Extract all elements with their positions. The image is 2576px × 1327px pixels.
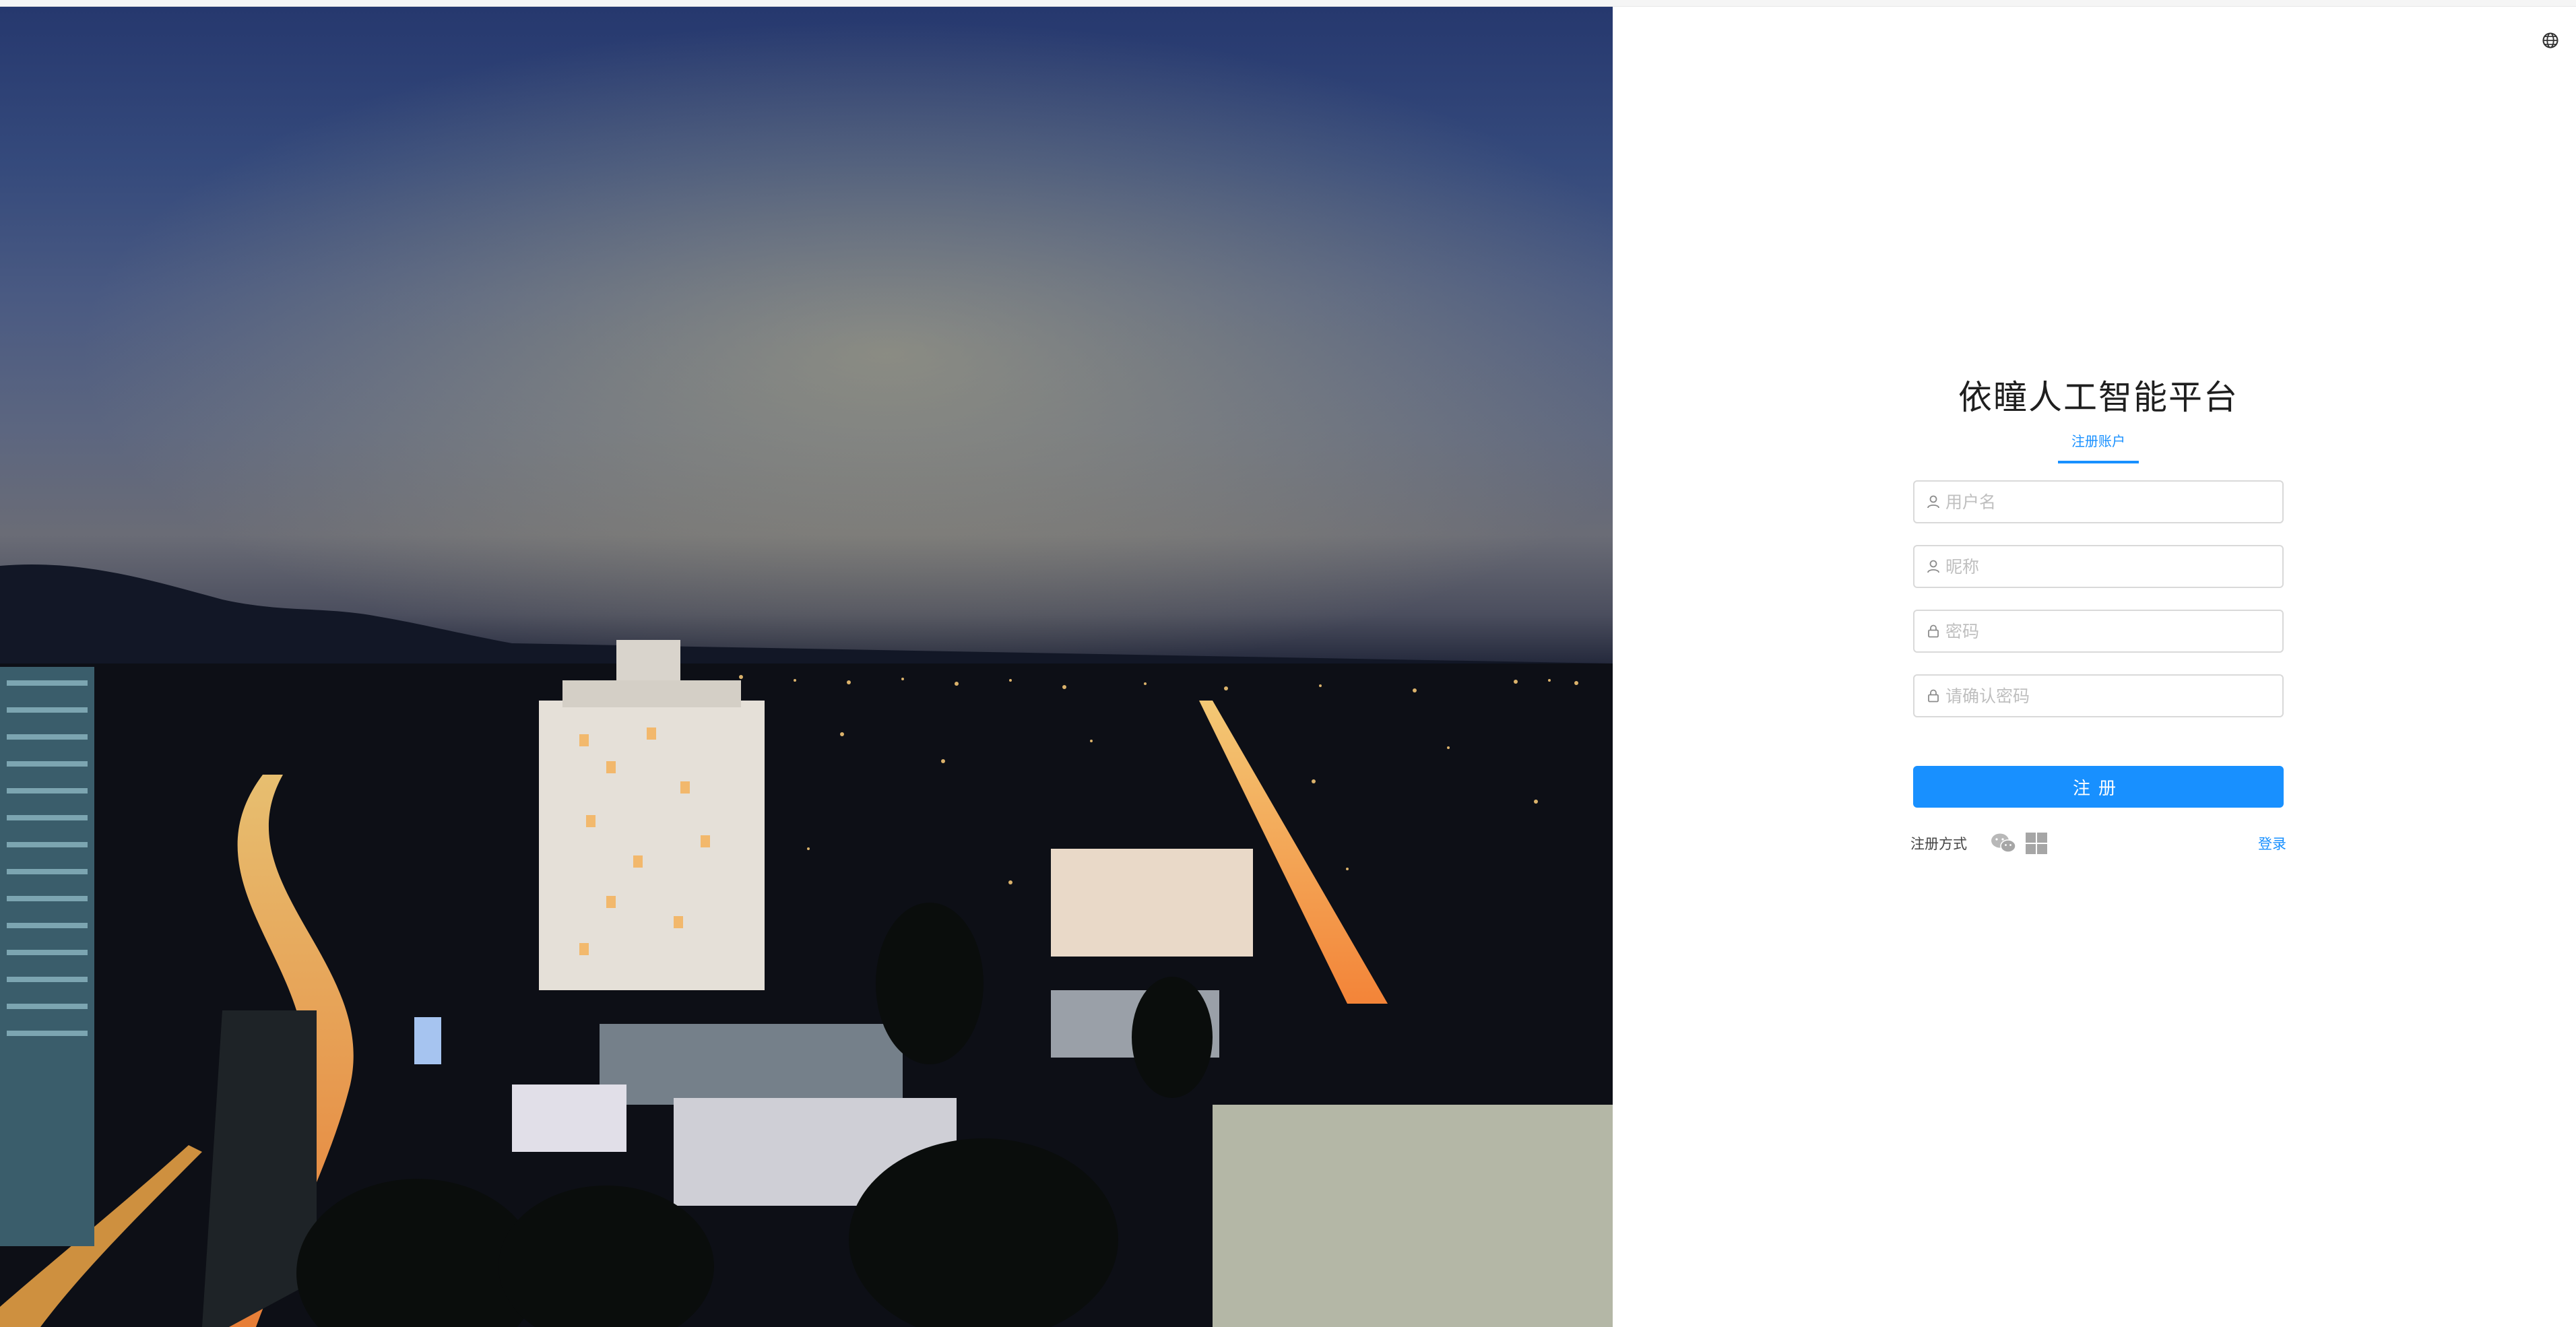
register-tabs: 注册账户 [1913, 426, 2284, 471]
password-field [1913, 610, 2284, 653]
confirm-password-field [1913, 674, 2284, 717]
register-button[interactable]: 注册 [1913, 766, 2284, 808]
user-icon [1927, 560, 1939, 573]
password-input[interactable] [1945, 611, 2276, 651]
wechat-icon[interactable] [1990, 832, 2017, 855]
user-icon [1927, 495, 1939, 509]
lock-icon [1928, 689, 1939, 703]
hero-image [0, 7, 1613, 1327]
register-fields [1913, 480, 2284, 717]
lock-icon [1928, 624, 1939, 638]
nickname-field [1913, 545, 2284, 588]
browser-top-strip [0, 0, 2576, 7]
register-form: 依瞳人工智能平台 注册账户 用户名 昵称 注册 注册方式 登录 [1910, 374, 2286, 862]
tab-register-account[interactable]: 注册账户 [2058, 426, 2139, 463]
register-panel: 依瞳人工智能平台 注册账户 用户名 昵称 注册 注册方式 登录 [1613, 7, 2576, 1327]
page-title: 依瞳人工智能平台 [1958, 378, 2239, 417]
globe-icon[interactable] [2541, 31, 2560, 50]
register-methods-label: 注册方式 [1910, 836, 1967, 852]
username-field [1913, 480, 2284, 523]
confirm-password-input[interactable] [1945, 676, 2276, 716]
other-register-methods: 注册方式 登录 [1910, 824, 2286, 862]
windows-icon[interactable] [2025, 832, 2048, 855]
login-link[interactable]: 登录 [2258, 833, 2286, 853]
username-input[interactable] [1945, 482, 2276, 522]
nickname-input[interactable] [1945, 546, 2276, 587]
city-night-illustration [0, 7, 1613, 1327]
